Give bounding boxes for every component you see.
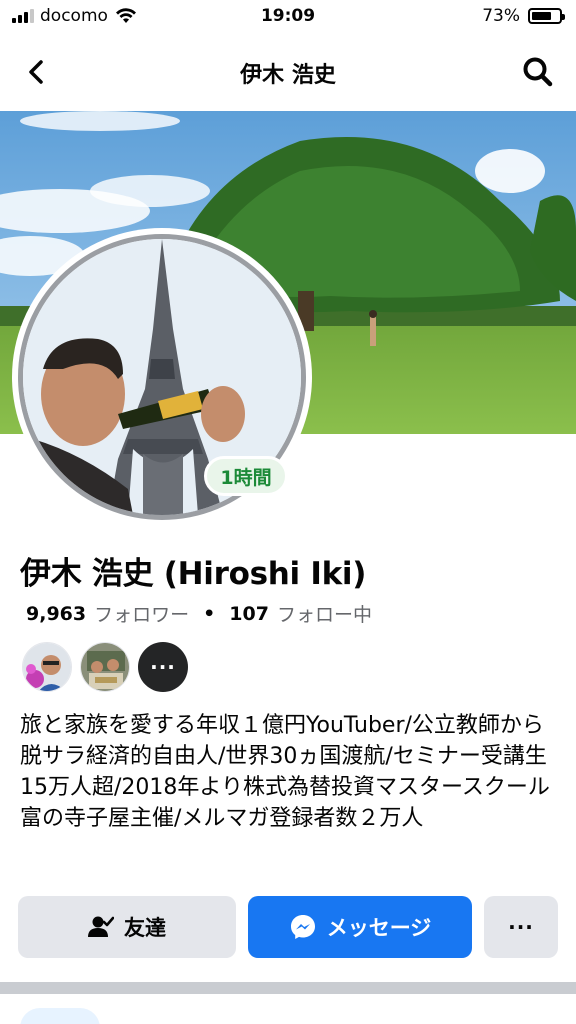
page-title: 伊木 浩史 bbox=[240, 63, 336, 88]
battery-icon bbox=[528, 8, 565, 24]
followers-label[interactable]: フォロワー bbox=[94, 600, 189, 627]
section-divider bbox=[0, 982, 576, 994]
message-button-label: メッセージ bbox=[326, 916, 432, 940]
friend-avatar[interactable] bbox=[80, 642, 130, 692]
friend-check-icon bbox=[88, 916, 114, 937]
more-friends-button[interactable]: ··· bbox=[138, 642, 188, 692]
story-time-badge: 1時間 bbox=[204, 456, 288, 496]
friend-avatar-image bbox=[81, 643, 129, 691]
next-section-peek bbox=[20, 1008, 100, 1024]
profile-actions: 友達 メッセージ ··· bbox=[18, 896, 558, 958]
search-icon bbox=[523, 57, 553, 87]
friend-avatar-image bbox=[23, 643, 71, 691]
status-bar: docomo 19:09 73% bbox=[0, 0, 576, 34]
messenger-icon bbox=[290, 915, 315, 939]
more-options-button[interactable]: ··· bbox=[484, 896, 558, 958]
friends-button-label: 友達 bbox=[124, 916, 166, 940]
profile-name: 伊木 浩史 (Hiroshi Iki) bbox=[20, 556, 367, 592]
following-count[interactable]: 107 bbox=[229, 603, 269, 625]
stats-separator: • bbox=[203, 602, 216, 625]
friend-avatars: ··· bbox=[22, 642, 188, 692]
friend-avatar[interactable] bbox=[22, 642, 72, 692]
friends-button[interactable]: 友達 bbox=[18, 896, 236, 958]
nav-bar: 伊木 浩史 bbox=[0, 40, 576, 102]
battery-status: 73% bbox=[482, 6, 565, 26]
search-button[interactable] bbox=[518, 52, 558, 92]
following-label[interactable]: フォロー中 bbox=[277, 600, 372, 627]
profile-bio: 旅と家族を愛する年収１億円YouTuber/公立教師から脱サラ経済的自由人/世界… bbox=[20, 713, 550, 831]
next-section bbox=[0, 994, 576, 1024]
message-button[interactable]: メッセージ bbox=[248, 896, 472, 958]
followers-count[interactable]: 9,963 bbox=[26, 603, 86, 625]
follow-stats: 9,963 フォロワー • 107 フォロー中 bbox=[26, 600, 372, 627]
battery-percent: 73% bbox=[482, 6, 520, 26]
